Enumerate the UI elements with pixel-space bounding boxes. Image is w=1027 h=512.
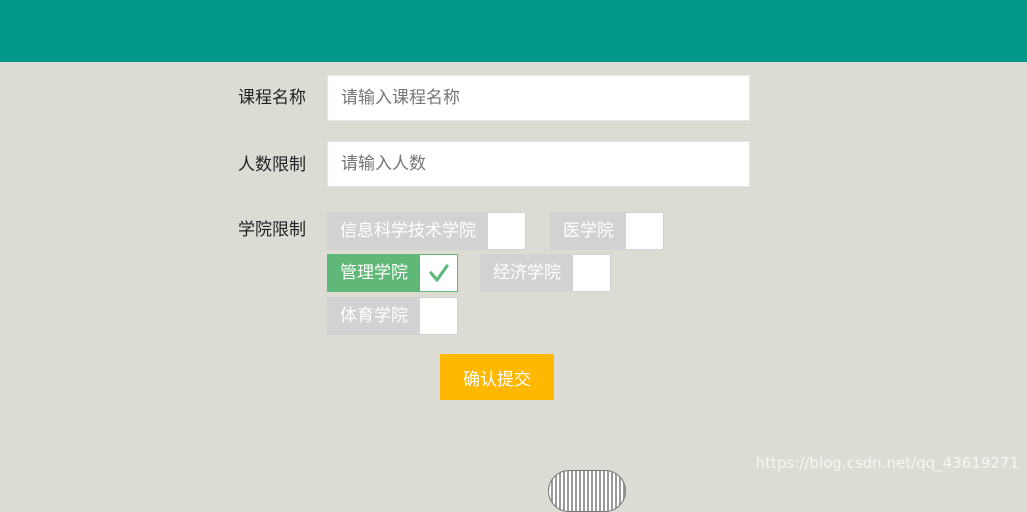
college-checkbox-management[interactable]: 管理学院: [327, 254, 458, 292]
checkbox-label: 体育学院: [328, 298, 420, 334]
checkbox-box: [420, 298, 457, 334]
college-label: 学院限制: [238, 220, 306, 240]
college-checkbox-medicine[interactable]: 医学院: [550, 212, 664, 250]
capacity-label: 人数限制: [238, 155, 306, 175]
loading-spinner-icon: [548, 470, 626, 512]
checkbox-label: 信息科学技术学院: [328, 213, 488, 249]
header-bar: [0, 0, 1027, 62]
college-checkbox-sports[interactable]: 体育学院: [327, 297, 458, 335]
checkbox-box: [420, 255, 457, 291]
college-checkbox-economics[interactable]: 经济学院: [480, 254, 611, 292]
checkbox-label: 经济学院: [481, 255, 573, 291]
checkbox-label: 管理学院: [328, 255, 420, 291]
submit-button[interactable]: 确认提交: [440, 354, 554, 400]
checkbox-label: 医学院: [551, 213, 626, 249]
course-name-input[interactable]: [327, 75, 750, 121]
checkbox-box: [573, 255, 610, 291]
checkbox-box: [626, 213, 663, 249]
watermark: https://blog.csdn.net/qq_43619271: [755, 454, 1019, 472]
course-name-label: 课程名称: [238, 88, 306, 108]
checkmark-icon: [428, 264, 449, 282]
capacity-input[interactable]: [327, 141, 750, 187]
college-checkbox-info-science[interactable]: 信息科学技术学院: [327, 212, 526, 250]
checkbox-box: [488, 213, 525, 249]
